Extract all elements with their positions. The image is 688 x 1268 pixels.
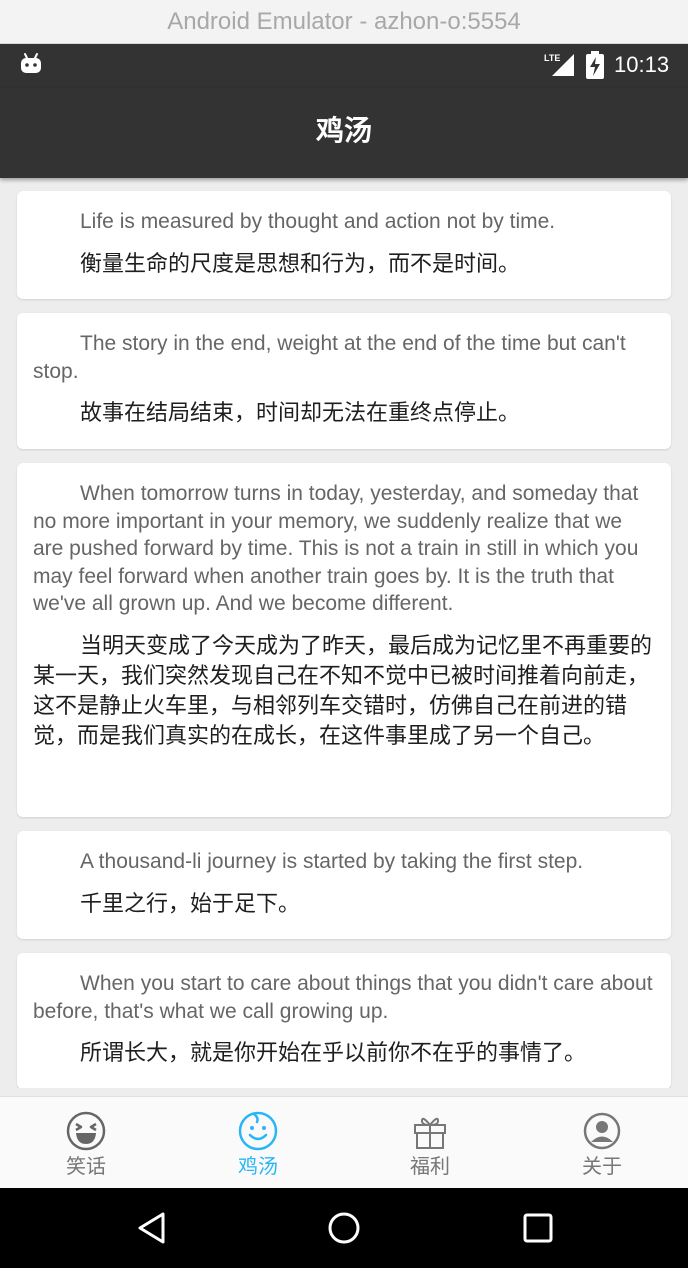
quote-chinese: 千里之行，始于足下。 (80, 891, 301, 917)
quote-chinese: 所谓长大，就是你开始在乎以前你不在乎的事情了。 (80, 1041, 587, 1066)
tab-label: 福利 (410, 1154, 450, 1178)
quote-card[interactable]: A thousand-li journey is started by taki… (17, 831, 671, 939)
status-bar: LTE 10:13 (0, 44, 688, 88)
tab-about[interactable]: 关于 (516, 1097, 688, 1189)
svg-text:LTE: LTE (544, 53, 560, 63)
tab-jokes[interactable]: 笑话 (0, 1097, 172, 1189)
quote-english: The story in the end, weight at the end … (33, 332, 626, 383)
quote-chinese: 故事在结局结束，时间却无法在重终点停止。 (80, 401, 521, 426)
quote-english: Life is measured by thought and action n… (80, 210, 556, 233)
laughing-face-icon (66, 1111, 106, 1151)
quote-card[interactable]: The story in the end, weight at the end … (17, 313, 671, 449)
window-title: Android Emulator - azhon-o:5554 (0, 0, 688, 44)
quote-list[interactable]: Life is measured by thought and action n… (0, 178, 688, 1088)
tab-label: 笑话 (66, 1154, 106, 1178)
back-icon[interactable] (132, 1208, 172, 1248)
status-time: 10:13 (614, 52, 670, 77)
smile-face-icon (238, 1111, 278, 1151)
quote-chinese: 衡量生命的尺度是思想和行为，而不是时间。 (80, 251, 521, 277)
page-title: 鸡汤 (315, 114, 372, 147)
quote-english: A thousand-li journey is started by taki… (80, 850, 584, 873)
quote-english: When tomorrow turns in today, yesterday,… (33, 482, 639, 615)
bottom-navigation: 笑话 鸡汤 福利 关于 (0, 1096, 688, 1188)
quote-card[interactable]: When tomorrow turns in today, yesterday,… (17, 463, 671, 817)
home-icon[interactable] (324, 1208, 364, 1248)
tab-label: 鸡汤 (238, 1154, 278, 1178)
battery-charging-icon (586, 51, 604, 79)
recents-icon[interactable] (518, 1208, 558, 1248)
quote-card[interactable]: When you start to care about things that… (17, 953, 671, 1088)
quote-card[interactable]: Life is measured by thought and action n… (17, 191, 671, 299)
lte-signal-icon: LTE (544, 52, 574, 76)
gift-icon (414, 1117, 446, 1149)
quote-english: When you start to care about things that… (33, 972, 653, 1023)
system-navigation-bar (0, 1188, 688, 1268)
android-icon (21, 53, 41, 73)
tab-welfare[interactable]: 福利 (344, 1097, 516, 1189)
tab-chicken-soup[interactable]: 鸡汤 (172, 1097, 344, 1189)
app-bar: 鸡汤 (0, 88, 688, 178)
quote-chinese: 当明天变成了今天成为了昨天，最后成为记忆里不再重要的某一天，我们突然发现自己在不… (33, 633, 653, 749)
tab-label: 关于 (582, 1154, 622, 1178)
person-icon (583, 1112, 621, 1150)
